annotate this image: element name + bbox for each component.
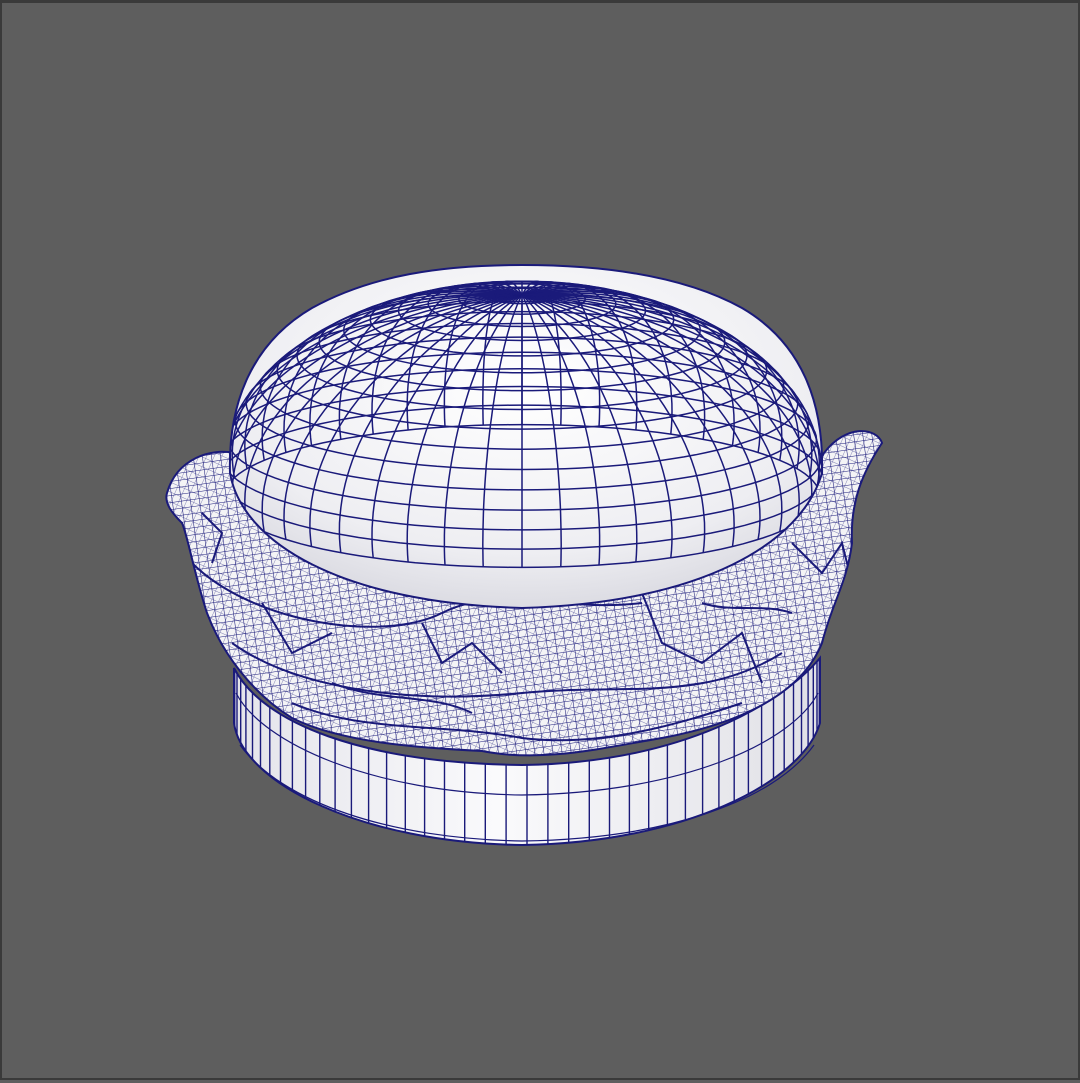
3d-viewport[interactable] xyxy=(0,0,1080,1080)
top-bun xyxy=(228,263,824,610)
burger-wireframe-model[interactable] xyxy=(2,3,1080,1083)
